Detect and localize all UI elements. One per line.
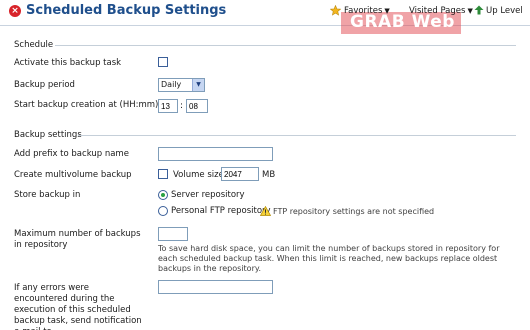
- visited-pages-label: Visited Pages: [409, 6, 466, 16]
- schedule-section-title: Schedule: [14, 40, 54, 50]
- store-backup-label: Store backup in: [14, 190, 81, 200]
- warning-icon: [260, 206, 271, 216]
- error-email-input[interactable]: [158, 280, 273, 294]
- favorites-menu[interactable]: Favorites ▼: [344, 6, 390, 16]
- max-backups-hint: To save hard disk space, you can limit t…: [158, 244, 500, 273]
- visited-pages-menu[interactable]: Visited Pages ▼: [409, 6, 473, 16]
- multivolume-label: Create multivolume backup: [14, 170, 132, 180]
- page-title: Scheduled Backup Settings: [26, 3, 227, 18]
- chevron-down-icon[interactable]: ▼: [192, 79, 204, 91]
- ftp-warning-text: FTP repository settings are not specifie…: [273, 207, 435, 216]
- backup-period-label: Backup period: [14, 80, 75, 90]
- close-red-circle-icon: ×: [9, 5, 21, 17]
- chevron-down-icon: ▼: [384, 7, 390, 15]
- schedule-section-divider: [55, 45, 516, 46]
- backup-period-value: Daily: [161, 80, 182, 89]
- start-minute-input[interactable]: [186, 99, 208, 113]
- ftp-repository-label: Personal FTP repository: [171, 206, 271, 216]
- start-time-label: Start backup creation at (HH:mm)*: [14, 100, 165, 111]
- prefix-input[interactable]: [158, 147, 273, 161]
- up-level-arrow-icon[interactable]: [474, 5, 484, 15]
- backup-settings-section-divider: [78, 135, 516, 136]
- volume-size-input[interactable]: [221, 167, 259, 181]
- max-backups-label: Maximum number of backups in repository: [14, 229, 141, 250]
- up-level-link[interactable]: Up Level: [486, 6, 523, 16]
- error-email-label: If any errors were encountered during th…: [14, 283, 142, 330]
- favorites-star-icon: [330, 5, 341, 16]
- prefix-label: Add prefix to backup name: [14, 149, 129, 159]
- chevron-down-icon: ▼: [467, 7, 473, 15]
- start-hour-input[interactable]: [158, 99, 178, 113]
- activate-task-checkbox[interactable]: [158, 57, 168, 67]
- backup-period-select[interactable]: Daily ▼: [158, 78, 205, 92]
- ftp-repository-radio[interactable]: [158, 206, 168, 216]
- time-separator: :: [180, 101, 184, 111]
- start-time-label-text: Start backup creation at (HH:mm): [14, 100, 159, 110]
- server-repository-label: Server repository: [171, 190, 245, 200]
- activate-task-label: Activate this backup task: [14, 58, 122, 68]
- backup-settings-section-title: Backup settings: [14, 130, 82, 140]
- favorites-label: Favorites: [344, 6, 383, 16]
- volume-size-unit: MB: [262, 170, 276, 180]
- volume-size-label: Volume size: [173, 170, 224, 180]
- multivolume-checkbox[interactable]: [158, 169, 168, 179]
- server-repository-radio[interactable]: [158, 190, 168, 200]
- max-backups-input[interactable]: [158, 227, 188, 241]
